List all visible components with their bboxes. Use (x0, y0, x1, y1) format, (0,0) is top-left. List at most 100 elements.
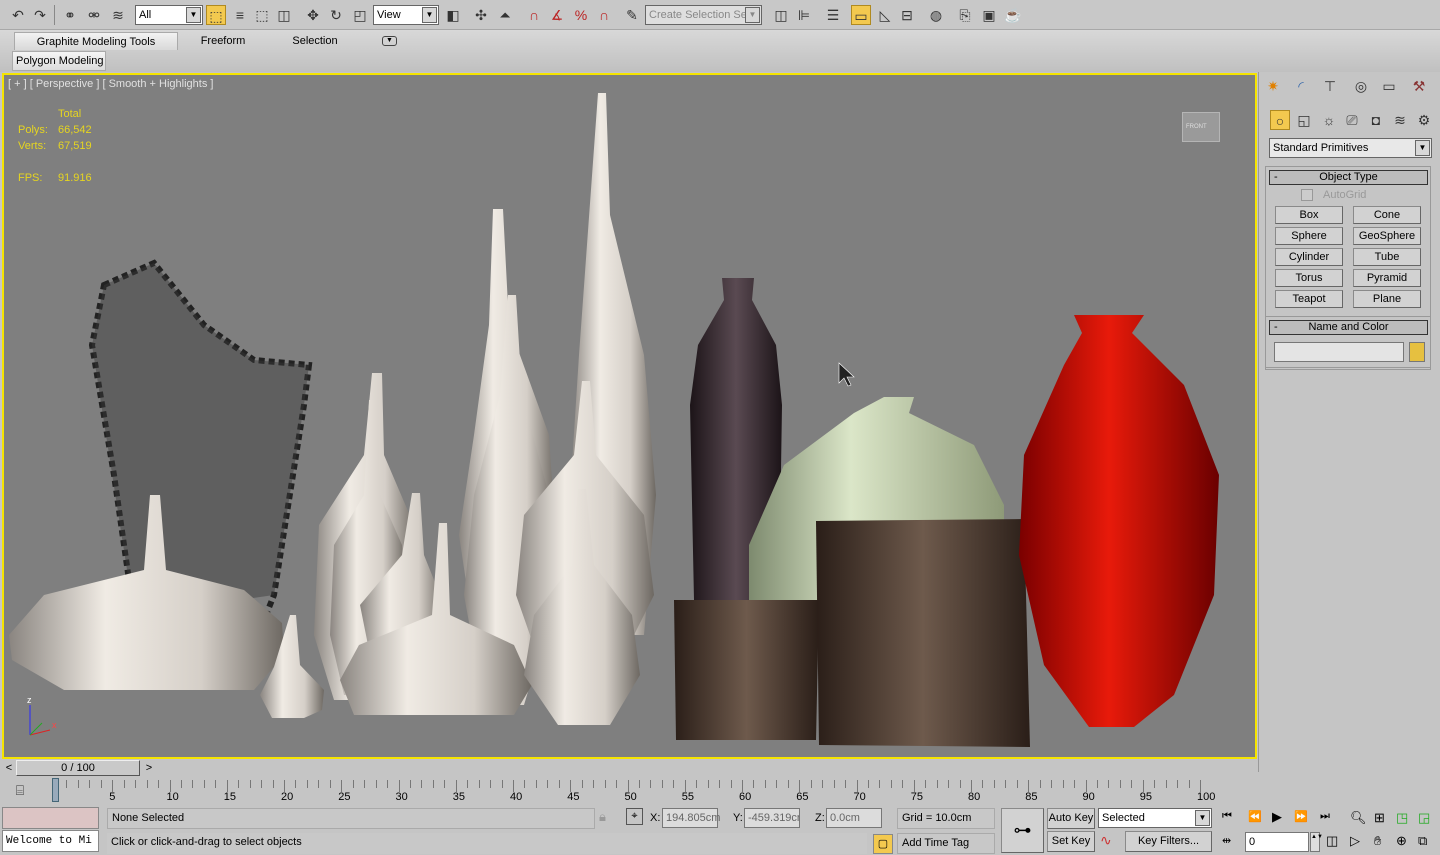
track-bar[interactable]: 0510152025303540455055606570758085909510… (0, 776, 1258, 806)
zoom-extents-icon[interactable]: ◳ (1396, 810, 1408, 826)
z-coordinate-field[interactable]: 0.0cm (826, 808, 882, 828)
key-mode-dropdown[interactable]: Selected ▼ (1098, 808, 1212, 828)
current-frame-field[interactable]: 0 (1245, 832, 1309, 852)
link-icon[interactable]: ⚭ (60, 5, 80, 25)
angle-snap-icon[interactable]: ∡ (547, 5, 567, 25)
tab-selection[interactable]: Selection (272, 32, 358, 50)
time-slider-marker[interactable] (52, 778, 59, 802)
scale-icon[interactable]: ◰ (350, 5, 370, 25)
selection-filter-dropdown[interactable]: All ▼ (135, 5, 203, 25)
rotate-icon[interactable]: ↻ (326, 5, 346, 25)
create-tab-icon[interactable]: ✷ (1263, 76, 1283, 96)
graphite-toggle-icon[interactable]: ▭ (851, 5, 871, 25)
percent-snap-icon[interactable]: % (571, 5, 591, 25)
field-of-view-icon[interactable]: ▷ (1350, 833, 1360, 849)
undo-icon[interactable]: ↶ (8, 5, 28, 25)
tab-freeform[interactable]: Freeform (180, 32, 266, 50)
display-tab-icon[interactable]: ▭ (1379, 76, 1399, 96)
maxscript-mini-listener-top[interactable] (2, 807, 99, 829)
go-to-start-icon[interactable]: ⏮ (1222, 810, 1232, 823)
layer-manager-icon[interactable]: ☰ (823, 5, 843, 25)
time-slider[interactable]: 0 / 100 (16, 760, 140, 776)
panel-polygon-modeling[interactable]: Polygon Modeling (12, 51, 106, 71)
frame-spinner[interactable]: ▲▼ (1310, 832, 1323, 852)
modify-tab-icon[interactable]: ◜ (1291, 76, 1311, 96)
space-warps-icon[interactable]: ≋ (1390, 110, 1410, 130)
select-object-icon[interactable]: ⬚ (206, 5, 226, 25)
maximize-viewport-icon[interactable]: ⧉ (1418, 833, 1427, 849)
create-tube-button[interactable]: Tube (1353, 248, 1421, 266)
go-to-end-icon[interactable]: ⏭ (1320, 810, 1330, 823)
reference-coord-dropdown[interactable]: View ▼ (373, 5, 439, 25)
next-frame-button[interactable]: > (142, 761, 156, 776)
time-tag-icon[interactable]: ▢ (873, 834, 893, 854)
edit-named-sets-icon[interactable]: ✎ (622, 5, 642, 25)
create-sphere-button[interactable]: Sphere (1275, 227, 1343, 245)
name-color-header[interactable]: - Name and Color (1269, 320, 1428, 335)
manipulate-icon[interactable]: ✣ (471, 5, 491, 25)
absolute-mode-icon[interactable]: ⌖ (626, 808, 643, 825)
pan-icon[interactable]: ✋︎ (1374, 833, 1381, 849)
set-key-button[interactable]: Set Key (1047, 831, 1095, 852)
previous-frame-icon[interactable]: ⏪ (1248, 810, 1262, 823)
key-filters-button[interactable]: Key Filters... (1125, 831, 1212, 852)
create-geosphere-button[interactable]: GeoSphere (1353, 227, 1421, 245)
rect-selection-icon[interactable]: ⬚ (252, 5, 272, 25)
render-setup-icon[interactable]: ⎘ (955, 5, 975, 25)
align-icon[interactable]: ⊫ (794, 5, 814, 25)
utilities-tab-icon[interactable]: ⚒ (1409, 76, 1429, 96)
move-icon[interactable]: ✥ (303, 5, 323, 25)
cameras-icon[interactable]: ⎚ (1342, 110, 1362, 130)
y-coordinate-field[interactable]: -459.319cr (744, 808, 800, 828)
tab-graphite-modeling-tools[interactable]: Graphite Modeling Tools (14, 32, 178, 50)
lights-icon[interactable]: ☼ (1319, 110, 1339, 130)
keyboard-shortcut-icon[interactable]: ⏶ (495, 5, 515, 25)
prev-frame-button[interactable]: < (2, 761, 16, 776)
category-dropdown[interactable]: Standard Primitives ▼ (1269, 138, 1432, 158)
render-icon[interactable]: ☕ (1003, 5, 1023, 25)
next-frame-icon[interactable]: ⏩ (1294, 810, 1308, 823)
create-cone-button[interactable]: Cone (1353, 206, 1421, 224)
helpers-icon[interactable]: ◘ (1366, 110, 1386, 130)
create-torus-button[interactable]: Torus (1275, 269, 1343, 287)
spinner-snap-icon[interactable]: ∩ (594, 5, 614, 25)
rendered-frame-icon[interactable]: ▣ (979, 5, 999, 25)
orbit-icon[interactable]: ⊕ (1396, 833, 1407, 849)
redo-icon[interactable]: ↷ (30, 5, 50, 25)
unlink-icon[interactable]: ⚮ (84, 5, 104, 25)
create-pyramid-button[interactable]: Pyramid (1353, 269, 1421, 287)
schematic-view-icon[interactable]: ⊟ (897, 5, 917, 25)
object-type-header[interactable]: - Object Type (1269, 170, 1428, 185)
zoom-all-icon[interactable]: ⊞ (1374, 810, 1385, 826)
object-color-swatch[interactable] (1409, 342, 1425, 362)
shapes-icon[interactable]: ◱ (1294, 110, 1314, 130)
key-mode-toggle-icon[interactable]: ⇹ (1222, 834, 1231, 847)
named-selection-input[interactable]: Create Selection Se ▼ (645, 5, 762, 25)
zoom-icon[interactable]: 🔍︎ (1350, 810, 1367, 826)
systems-icon[interactable]: ⚙ (1414, 110, 1434, 130)
pivot-icon[interactable]: ◧ (443, 5, 463, 25)
play-icon[interactable]: ▶ (1272, 809, 1282, 825)
snap-3d-icon[interactable]: ∩ (524, 5, 544, 25)
object-name-input[interactable] (1274, 342, 1404, 362)
lock-icon[interactable]: 🔒︎ (599, 809, 606, 825)
time-configuration-icon[interactable]: ◫ (1326, 833, 1338, 849)
create-box-button[interactable]: Box (1275, 206, 1343, 224)
material-editor-icon[interactable]: ◍ (926, 5, 946, 25)
hierarchy-tab-icon[interactable]: ⊤ (1320, 76, 1340, 96)
motion-tab-icon[interactable]: ◎ (1351, 76, 1371, 96)
auto-key-button[interactable]: Auto Key (1047, 808, 1095, 829)
curve-editor-icon[interactable]: ◺ (875, 5, 895, 25)
set-keys-key-icon[interactable]: ⊶ (1001, 808, 1044, 853)
x-coordinate-field[interactable]: 194.805cm (662, 808, 720, 828)
maxscript-listener[interactable]: Welcome to Mi (2, 830, 99, 852)
create-plane-button[interactable]: Plane (1353, 290, 1421, 308)
perspective-viewport[interactable]: [ + ] [ Perspective ] [ Smooth + Highlig… (2, 73, 1257, 759)
zoom-extents-all-icon[interactable]: ◲ (1418, 810, 1430, 826)
add-time-tag-button[interactable]: Add Time Tag (897, 833, 995, 854)
mirror-icon[interactable]: ◫ (771, 5, 791, 25)
geometry-icon[interactable]: ○ (1270, 110, 1290, 130)
select-by-name-icon[interactable]: ≡ (230, 5, 250, 25)
key-tangent-icon[interactable]: ∿ (1100, 832, 1112, 849)
ribbon-options-icon[interactable]: ▼ (382, 36, 397, 46)
